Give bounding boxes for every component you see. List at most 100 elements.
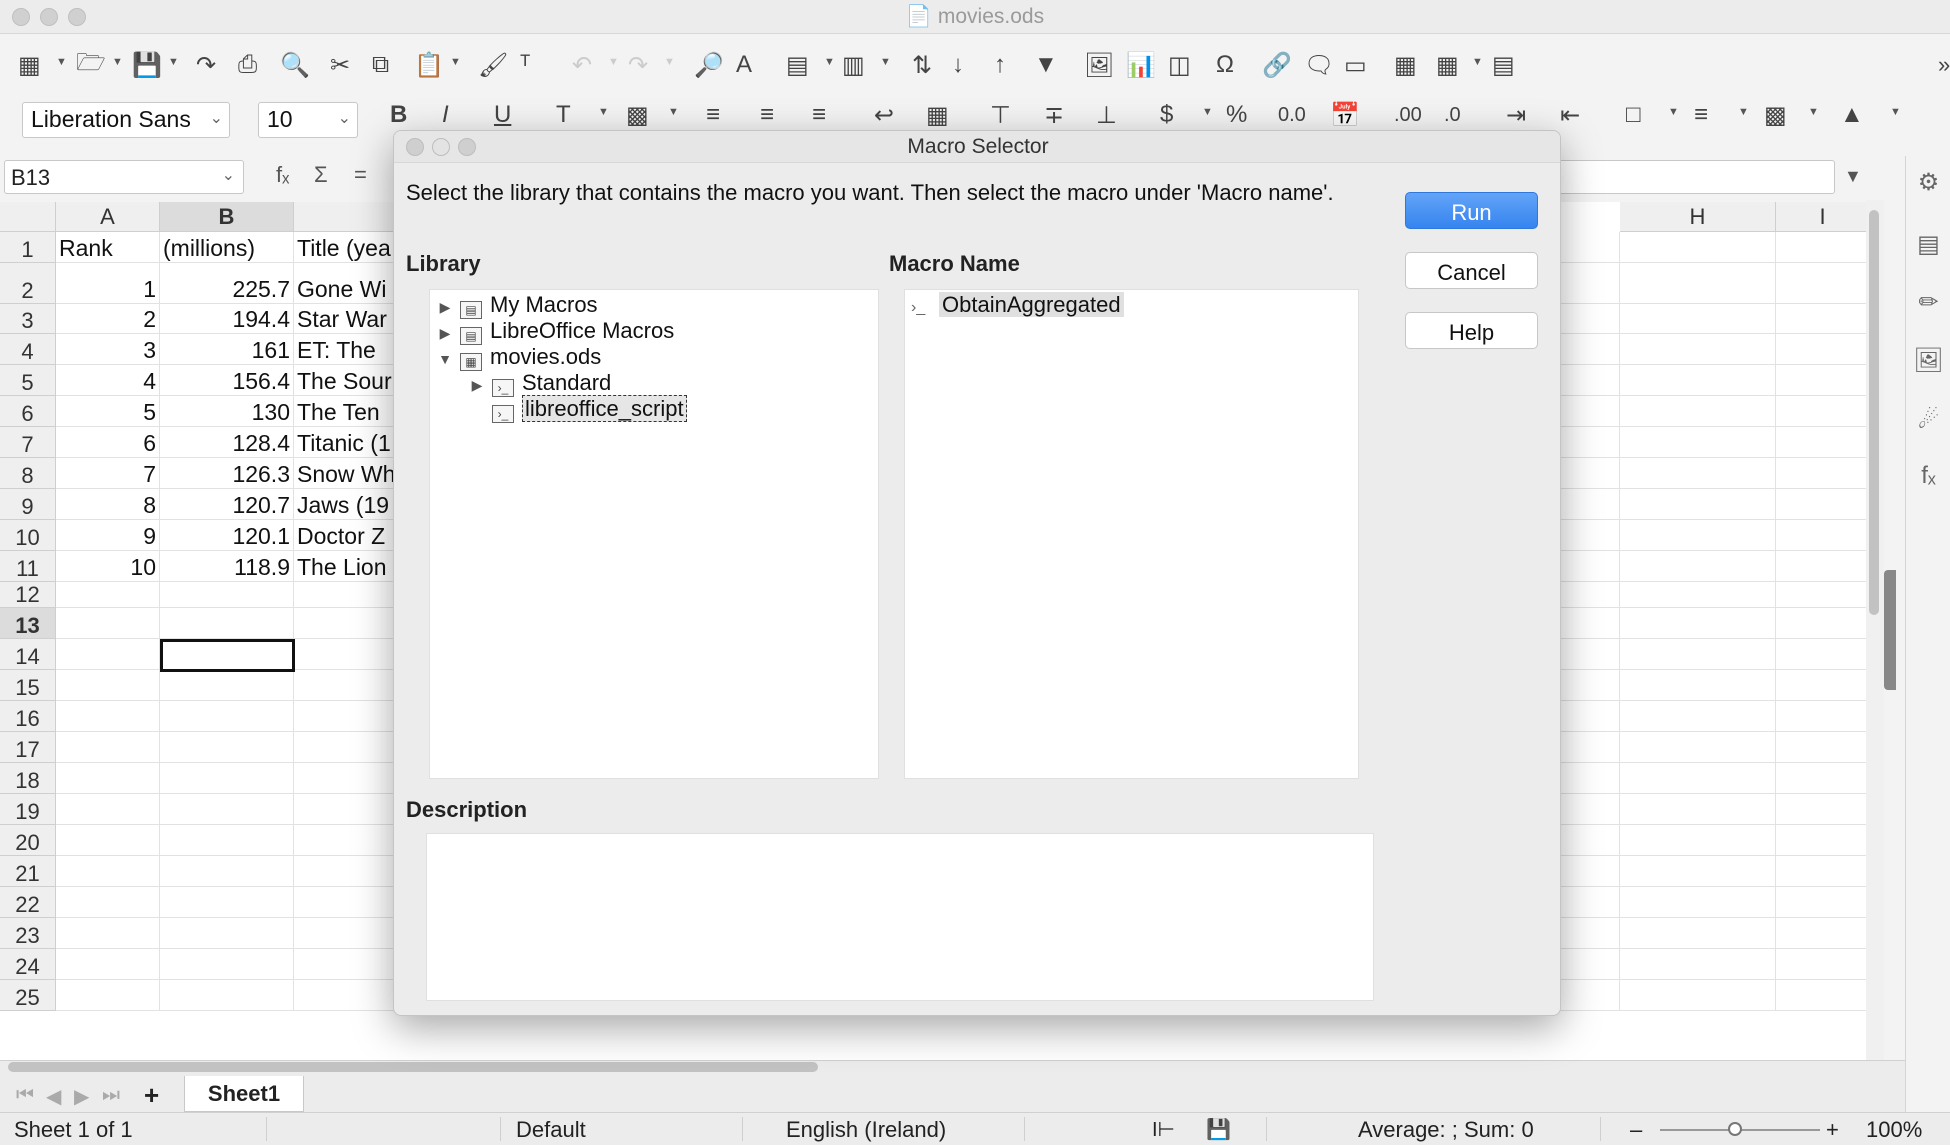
pivot-table-icon[interactable]: ◫ bbox=[1168, 48, 1191, 82]
sheet-cell[interactable] bbox=[160, 670, 294, 701]
merge-cells-icon[interactable]: ▦ bbox=[926, 98, 949, 132]
sheet-cell[interactable] bbox=[1620, 304, 1776, 334]
percent-format-icon[interactable]: % bbox=[1226, 98, 1247, 132]
header-footer-icon[interactable]: ▭ bbox=[1344, 48, 1367, 82]
sheet-cell[interactable] bbox=[1776, 458, 1870, 489]
paste-icon[interactable]: 📋 bbox=[414, 48, 444, 82]
sheet-cell[interactable] bbox=[56, 608, 160, 639]
borders-dropdown-arrow[interactable]: ▼ bbox=[1668, 106, 1679, 118]
sheet-cell[interactable] bbox=[56, 639, 160, 670]
functions-icon[interactable]: fₓ bbox=[1906, 462, 1950, 490]
column-header-h[interactable]: H bbox=[1620, 202, 1776, 232]
border-style-icon[interactable]: ≡ bbox=[1694, 98, 1708, 132]
insert-image-icon[interactable]: 🖼 bbox=[1084, 48, 1114, 82]
comment-icon[interactable]: 🗨 bbox=[1304, 48, 1334, 82]
sheet-cell[interactable] bbox=[56, 582, 160, 608]
define-print-area-icon[interactable]: ▦ bbox=[1394, 48, 1417, 82]
sheet-cell[interactable] bbox=[56, 918, 160, 949]
add-sheet-icon[interactable]: + bbox=[144, 1080, 159, 1111]
sheet-cell[interactable] bbox=[1620, 670, 1776, 701]
sheet-cell[interactable] bbox=[1620, 551, 1776, 582]
sheet-cell[interactable] bbox=[1620, 608, 1776, 639]
sheet-cell[interactable] bbox=[56, 856, 160, 887]
sheet-cell[interactable] bbox=[1776, 887, 1870, 918]
row-header[interactable]: 10 bbox=[0, 520, 56, 551]
column-dropdown-arrow[interactable]: ▼ bbox=[880, 56, 891, 68]
add-decimal-icon[interactable]: .00 bbox=[1394, 98, 1422, 132]
zoom-out-icon[interactable]: – bbox=[1630, 1117, 1642, 1143]
print-icon[interactable]: ⎙ bbox=[238, 48, 257, 82]
previous-sheet-icon[interactable]: ◀ bbox=[46, 1084, 61, 1109]
sheet-cell[interactable] bbox=[1620, 949, 1776, 980]
first-sheet-icon[interactable]: ⏮ bbox=[16, 1084, 34, 1107]
sheet-cell[interactable]: 5 bbox=[56, 396, 160, 427]
sheet-cell[interactable] bbox=[56, 949, 160, 980]
font-color-icon[interactable]: T bbox=[556, 98, 571, 132]
sheet-cell[interactable] bbox=[1776, 263, 1870, 304]
copy-icon[interactable]: ⧉ bbox=[372, 48, 389, 82]
border-color-dropdown-arrow[interactable]: ▼ bbox=[1808, 106, 1819, 118]
expand-triangle-icon[interactable]: ▶ bbox=[434, 299, 456, 316]
zoom-slider-thumb[interactable] bbox=[1728, 1122, 1742, 1136]
border-color-icon[interactable]: ▩ bbox=[1764, 98, 1787, 132]
sheet-cell[interactable] bbox=[160, 608, 294, 639]
font-size-combo[interactable]: 10 ⌄ bbox=[258, 102, 358, 138]
sheet-cell[interactable]: 156.4 bbox=[160, 365, 294, 396]
sheet-cell[interactable] bbox=[1776, 670, 1870, 701]
more-toolbar-icon[interactable]: » bbox=[1938, 48, 1950, 82]
expand-formula-bar-icon[interactable]: ▼ bbox=[1844, 166, 1862, 187]
sheet-cell[interactable] bbox=[1620, 980, 1776, 1011]
column-icon[interactable]: ▥ bbox=[842, 48, 865, 82]
zoom-level[interactable]: 100% bbox=[1866, 1117, 1922, 1143]
selection-mode-icon[interactable]: I⊢ bbox=[1152, 1117, 1175, 1142]
row-header[interactable]: 19 bbox=[0, 794, 56, 825]
sheet-cell[interactable]: 194.4 bbox=[160, 304, 294, 334]
sheet-cell[interactable] bbox=[160, 701, 294, 732]
tree-item-movies-ods[interactable]: ▼ ▦ movies.ods bbox=[434, 344, 601, 371]
sheet-cell[interactable] bbox=[1776, 639, 1870, 670]
sheet-cell[interactable]: 120.7 bbox=[160, 489, 294, 520]
sheet-cell[interactable] bbox=[1620, 232, 1776, 263]
sheet-cell[interactable] bbox=[56, 701, 160, 732]
sheet-cell[interactable] bbox=[1620, 794, 1776, 825]
row-header[interactable]: 5 bbox=[0, 365, 56, 396]
vertical-scrollbar-thumb[interactable] bbox=[1869, 210, 1879, 615]
save-icon[interactable]: 💾 bbox=[132, 48, 162, 82]
macro-item-obtainaggregated[interactable]: ›_ ObtainAggregated bbox=[911, 292, 1124, 318]
help-button[interactable]: Help bbox=[1405, 312, 1538, 349]
cancel-button[interactable]: Cancel bbox=[1405, 252, 1538, 289]
sheet-cell[interactable] bbox=[1776, 918, 1870, 949]
sidebar-collapse-handle[interactable] bbox=[1884, 570, 1896, 690]
row-header[interactable]: 20 bbox=[0, 825, 56, 856]
insert-chart-icon[interactable]: 📊 bbox=[1126, 48, 1156, 82]
sheet-cell[interactable]: 2 bbox=[56, 304, 160, 334]
sheet-cell[interactable] bbox=[1776, 365, 1870, 396]
last-sheet-icon[interactable]: ⏭ bbox=[102, 1084, 120, 1107]
sheet-cell[interactable] bbox=[1776, 551, 1870, 582]
find-replace-icon[interactable]: 🔎 bbox=[694, 48, 724, 82]
align-right-icon[interactable]: ≡ bbox=[812, 98, 826, 132]
row-header[interactable]: 25 bbox=[0, 980, 56, 1011]
freeze-dropdown-arrow[interactable]: ▼ bbox=[1472, 56, 1483, 68]
row-header[interactable]: 14 bbox=[0, 639, 56, 670]
sheet-cell[interactable] bbox=[56, 794, 160, 825]
sheet-cell[interactable]: 126.3 bbox=[160, 458, 294, 489]
currency-dropdown-arrow[interactable]: ▼ bbox=[1202, 106, 1213, 118]
horizontal-scrollbar-thumb[interactable] bbox=[8, 1062, 818, 1072]
conditional-format-icon[interactable]: ▲ bbox=[1840, 98, 1864, 132]
expand-triangle-icon[interactable]: ▶ bbox=[434, 325, 456, 342]
date-format-icon[interactable]: 📅 bbox=[1330, 98, 1360, 132]
sheet-cell[interactable] bbox=[1776, 701, 1870, 732]
sheet-cell[interactable] bbox=[160, 794, 294, 825]
paste-dropdown-arrow[interactable]: ▼ bbox=[450, 56, 461, 68]
spelling-icon[interactable]: A bbox=[736, 48, 752, 82]
export-pdf-icon[interactable]: ↷ bbox=[196, 48, 216, 82]
library-tree[interactable]: ▶ ▤ My Macros ▶ ▤ LibreOffice Macros ▼ ▦ movie… bbox=[429, 289, 879, 779]
sheet-cell[interactable]: 7 bbox=[56, 458, 160, 489]
highlight-dropdown-arrow[interactable]: ▼ bbox=[668, 106, 679, 118]
open-dropdown-arrow[interactable]: ▼ bbox=[112, 56, 123, 68]
save-dropdown-arrow[interactable]: ▼ bbox=[168, 56, 179, 68]
row-header[interactable]: 3 bbox=[0, 304, 56, 334]
sheet-cell[interactable] bbox=[1620, 427, 1776, 458]
print-preview-icon[interactable]: 🔍 bbox=[280, 48, 310, 82]
